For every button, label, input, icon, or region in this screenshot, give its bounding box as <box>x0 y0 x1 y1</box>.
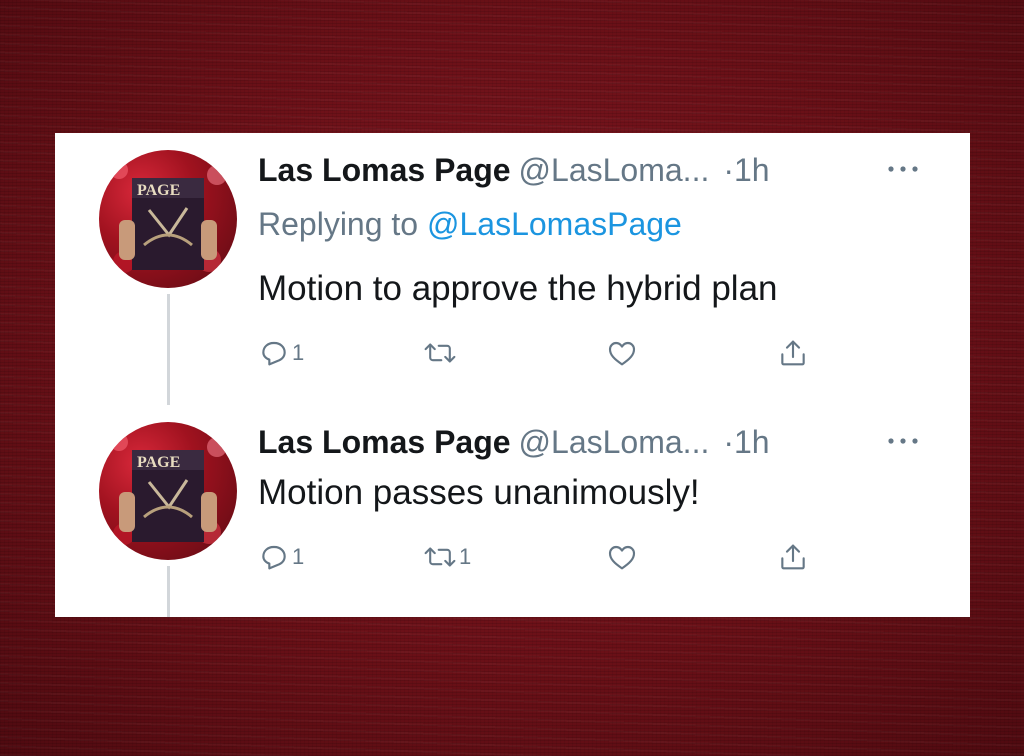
share-icon <box>781 340 805 366</box>
display-name[interactable]: Las Lomas Page <box>258 152 511 188</box>
reply-count: 1 <box>292 340 305 365</box>
like-button[interactable] <box>606 537 638 577</box>
timestamp[interactable]: 1h <box>734 424 770 460</box>
reply-button[interactable]: 1 <box>258 537 304 577</box>
more-icon[interactable] <box>883 421 923 461</box>
avatar[interactable]: PAGE <box>99 150 237 288</box>
retweet-count: 1 <box>459 544 472 569</box>
action-bar: 1 1 <box>55 537 970 577</box>
tweet[interactable]: PAGE Las Lomas Page @LasLoma... ·1h Motion… <box>55 405 970 617</box>
retweet-button[interactable]: 1 <box>423 537 471 577</box>
share-icon <box>781 544 805 570</box>
share-button[interactable] <box>777 537 809 577</box>
display-name[interactable]: Las Lomas Page <box>258 424 511 460</box>
avatar-logo: PAGE <box>137 454 180 471</box>
timestamp[interactable]: 1h <box>734 152 770 188</box>
avatar-image: PAGE <box>110 161 227 273</box>
tweet-text: Motion passes unanimously! <box>258 473 700 512</box>
replying-label: Replying to <box>258 206 419 242</box>
retweet-button[interactable] <box>423 333 459 373</box>
replying-to: Replying to @LasLomasPage <box>258 204 682 244</box>
share-button[interactable] <box>777 333 809 373</box>
reply-icon <box>262 341 286 366</box>
like-icon <box>608 341 636 366</box>
action-bar: 1 <box>55 333 970 373</box>
replying-mention[interactable]: @LasLomasPage <box>427 206 682 242</box>
reply-button[interactable]: 1 <box>258 333 304 373</box>
thread-card: PAGE Las Lomas Page @LasLoma... ·1h Replyi… <box>55 133 970 617</box>
retweet-icon <box>424 547 456 567</box>
handle[interactable]: @LasLoma... <box>519 152 710 188</box>
reply-icon <box>262 545 286 570</box>
separator-dot: · <box>723 424 734 460</box>
tweet[interactable]: PAGE Las Lomas Page @LasLoma... ·1h Replyi… <box>55 133 970 405</box>
like-button[interactable] <box>606 333 638 373</box>
tweet-text: Motion to approve the hybrid plan <box>258 269 778 308</box>
retweet-icon <box>424 343 456 363</box>
more-icon[interactable] <box>883 149 923 189</box>
like-icon <box>608 545 636 570</box>
reply-count: 1 <box>292 544 305 569</box>
handle[interactable]: @LasLoma... <box>519 424 710 460</box>
separator-dot: · <box>723 152 734 188</box>
tweet-header: Las Lomas Page @LasLoma... ·1h <box>258 150 958 190</box>
avatar-logo: PAGE <box>137 182 180 199</box>
tweet-header: Las Lomas Page @LasLoma... ·1h <box>258 422 958 462</box>
